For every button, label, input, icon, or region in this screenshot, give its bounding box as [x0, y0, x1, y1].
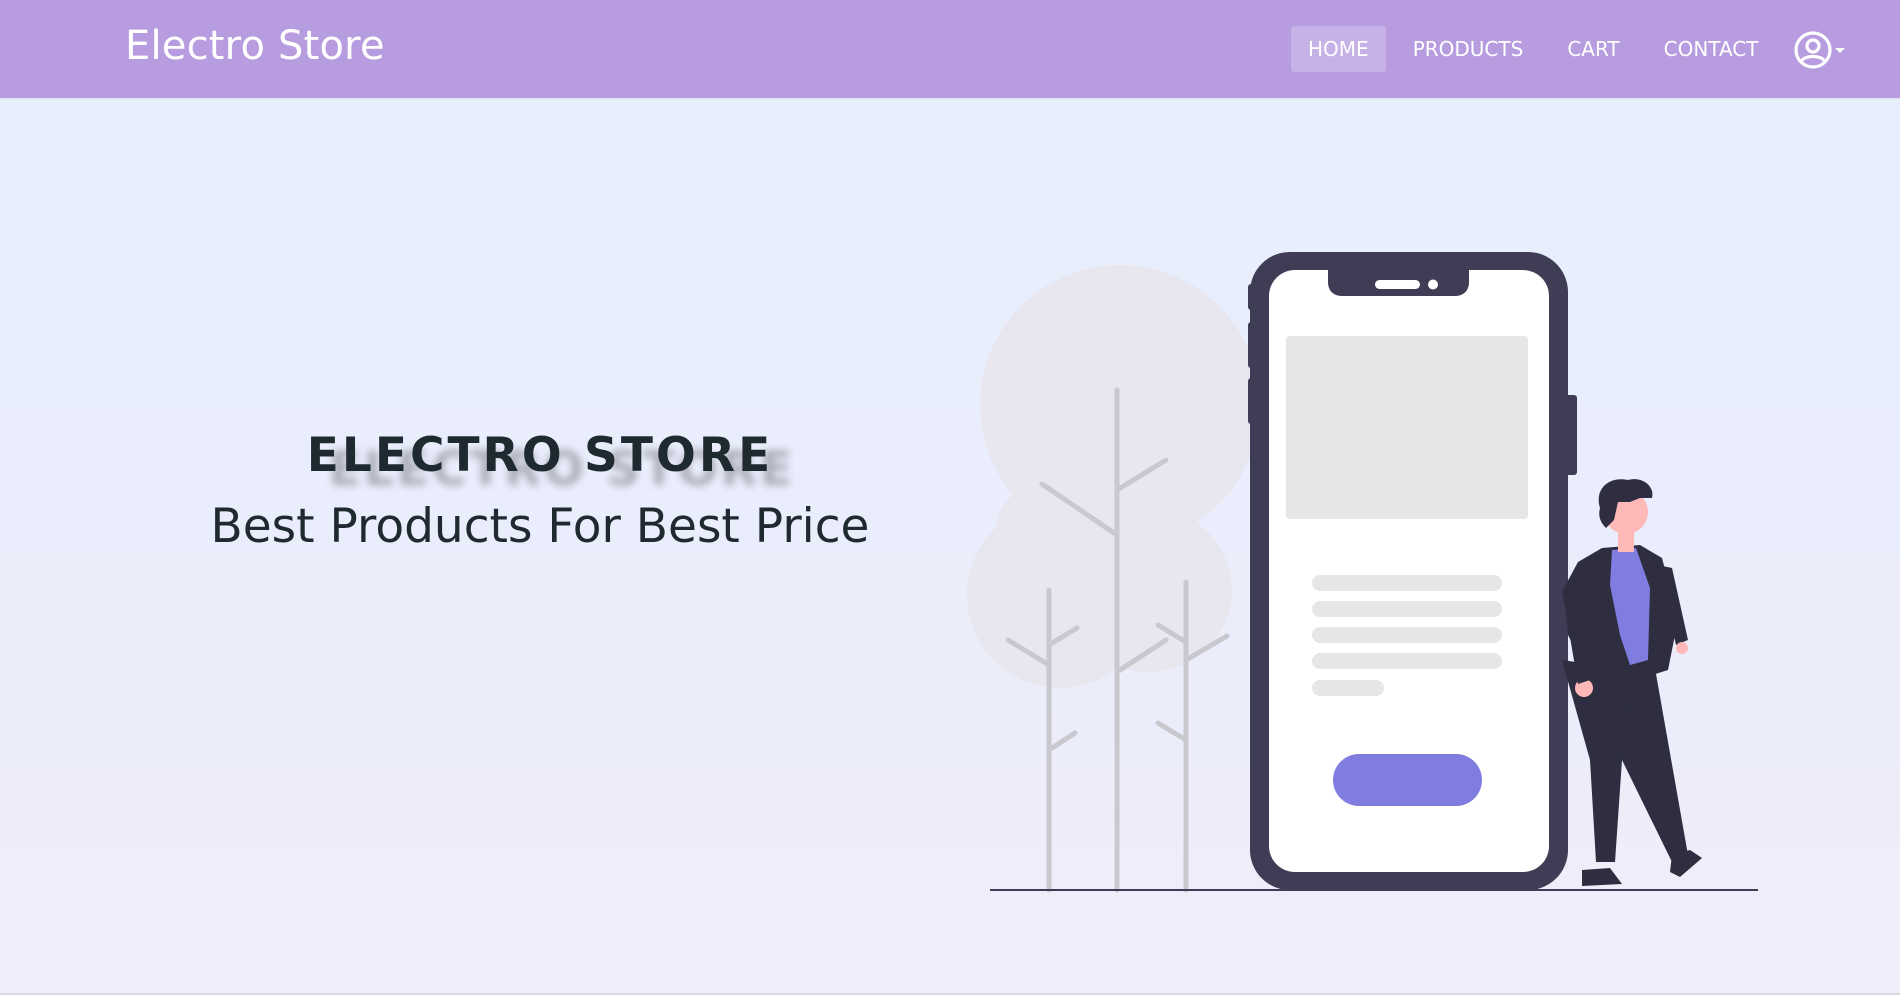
hero-subtitle: Best Products For Best Price [210, 499, 870, 554]
user-circle-icon [1793, 30, 1833, 75]
nav-link-home[interactable]: HOME [1291, 26, 1386, 72]
brand-logo[interactable]: Electro Store [125, 23, 385, 69]
nav-link-cart[interactable]: CART [1550, 26, 1636, 72]
person-illustration [1562, 479, 1702, 886]
nav-link-products[interactable]: PRODUCTS [1396, 26, 1541, 72]
smartphone-illustration [1248, 252, 1577, 890]
navbar: Electro Store HOME PRODUCTS CART CONTACT [0, 0, 1900, 98]
page: Electro Store HOME PRODUCTS CART CONTACT [0, 0, 1900, 995]
caret-down-icon [1833, 43, 1847, 62]
hero-text: ELECTRO STORE Best Products For Best Pri… [200, 428, 880, 554]
background-trees-illustration [967, 265, 1260, 893]
nav-links: HOME PRODUCTS CART CONTACT [1291, 26, 1785, 72]
nav-link-contact[interactable]: CONTACT [1647, 26, 1776, 72]
hero-illustration [950, 240, 1770, 900]
hero-title: ELECTRO STORE [306, 428, 774, 483]
user-menu-toggle[interactable] [1793, 30, 1853, 74]
